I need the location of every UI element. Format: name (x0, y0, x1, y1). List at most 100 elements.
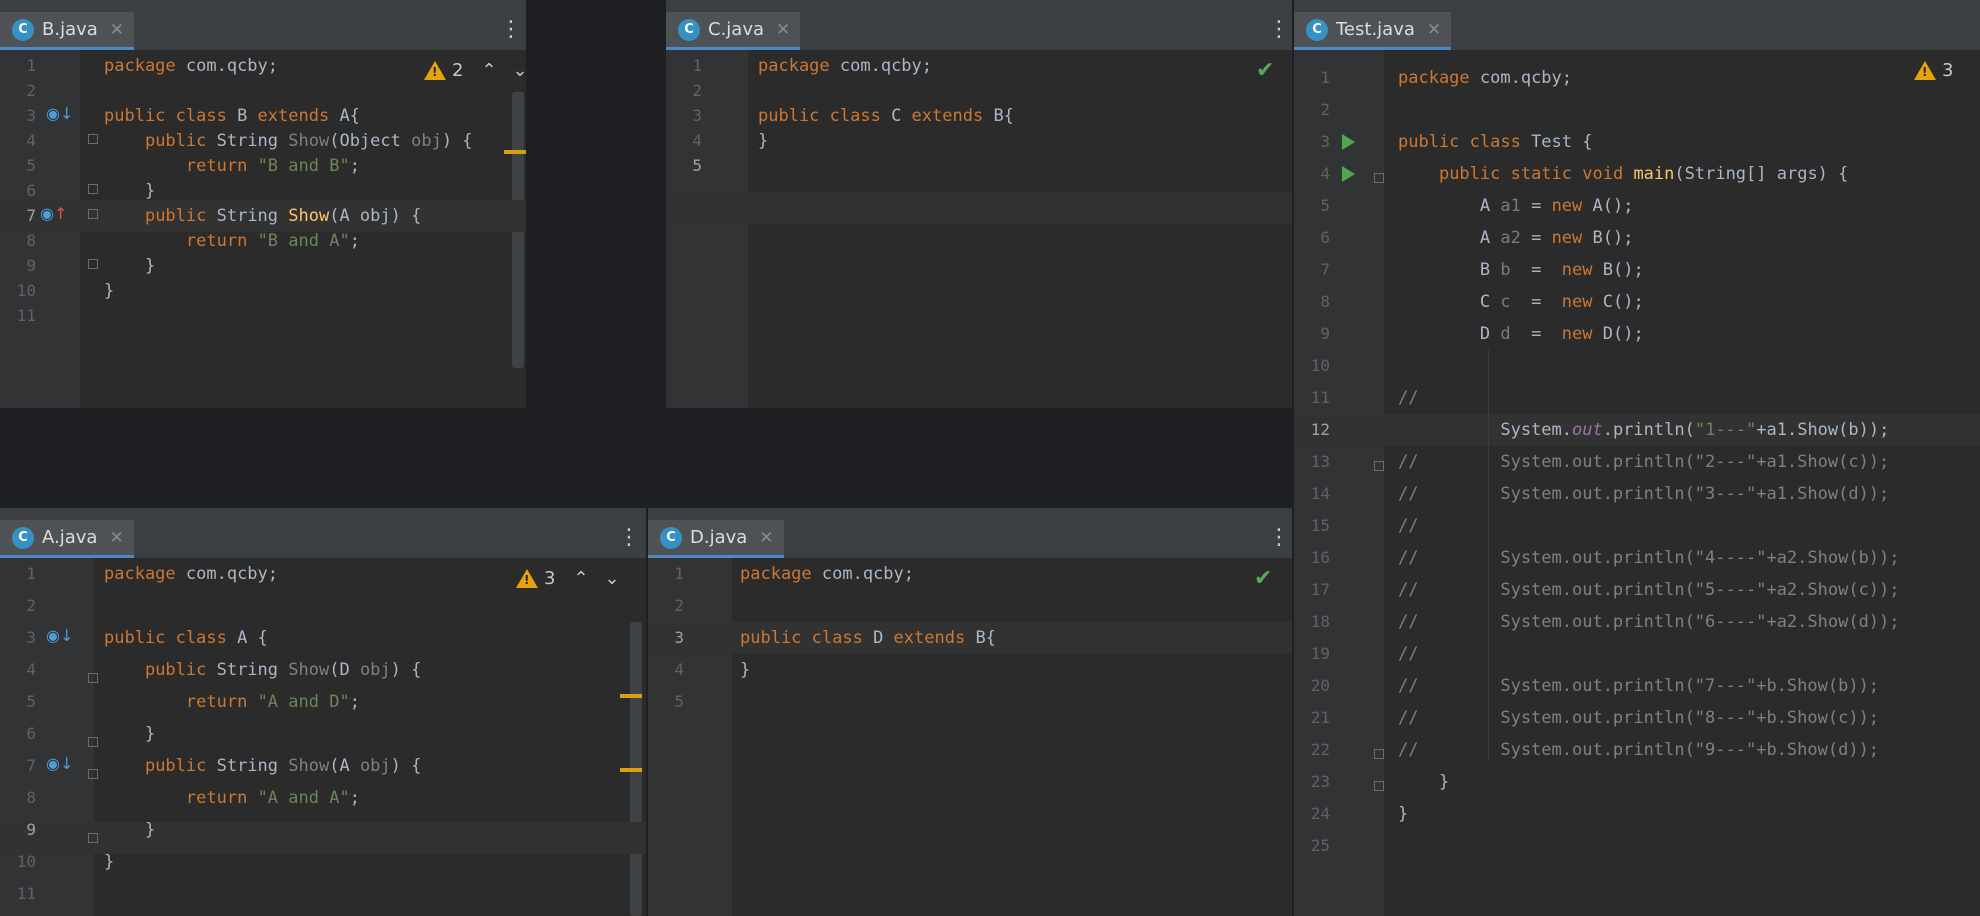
line-number: 21 (1310, 708, 1330, 727)
code-line: return "A and A"; (185, 788, 360, 808)
check-icon: ✔ (1254, 566, 1273, 591)
run-icon[interactable] (1342, 166, 1355, 182)
code-line: // (1398, 388, 1419, 408)
warning-icon: ! (1914, 61, 1936, 80)
tab-test-java[interactable]: C Test.java ✕ (1294, 12, 1452, 50)
overrides-icon[interactable]: ◉↑ (40, 204, 67, 223)
code-line: C c = new C(); (1398, 292, 1644, 312)
tab-c-java[interactable]: C C.java ✕ (666, 12, 801, 50)
code-line: package com.qcby; (740, 564, 915, 584)
run-icon[interactable] (1342, 134, 1355, 150)
fold-marker-icon[interactable] (88, 184, 98, 194)
tab-label: A.java (42, 527, 98, 548)
warning-icon: ! (516, 569, 538, 588)
fold-marker-icon[interactable] (88, 209, 98, 219)
more-options-icon[interactable]: ⋮ (1268, 19, 1290, 41)
code-line: } (740, 660, 751, 680)
fold-marker-icon[interactable] (1374, 781, 1384, 791)
close-icon[interactable]: ✕ (759, 528, 773, 548)
java-class-icon: C (12, 526, 34, 549)
line-number: 12 (1310, 420, 1330, 439)
implemented-icon[interactable]: ◉↓ (46, 754, 73, 773)
implemented-icon[interactable]: ◉↓ (46, 104, 73, 123)
java-class-icon: C (1306, 18, 1328, 41)
code-line: package com.qcby; (104, 56, 279, 76)
code-line: public class C extends B{ (758, 106, 1014, 126)
java-class-icon: C (12, 18, 34, 41)
warning-marker[interactable] (620, 694, 642, 698)
fold-marker-icon[interactable] (1374, 461, 1384, 471)
implemented-icon[interactable]: ◉↓ (46, 626, 73, 645)
close-icon[interactable]: ✕ (109, 528, 123, 548)
line-number: 5 (674, 692, 684, 711)
line-number: 22 (1310, 740, 1330, 759)
line-number: 14 (1310, 484, 1330, 503)
chevron-down-icon[interactable]: ⌄ (605, 568, 620, 589)
tab-bar: C A.java ✕ ⋮ (0, 508, 646, 559)
tab-d-java[interactable]: C D.java ✕ (648, 520, 784, 558)
line-number: 11 (1310, 388, 1330, 407)
java-class-icon: C (660, 526, 682, 549)
tab-bar: C Test.java ✕ (1294, 0, 1980, 51)
line-number: 8 (1320, 292, 1330, 311)
inspection-widget[interactable]: ! 3 (1914, 60, 1953, 81)
code-line: A a2 = new B(); (1398, 228, 1634, 248)
line-number: 3 (674, 628, 684, 647)
fold-marker-icon[interactable] (88, 673, 98, 683)
code-line: } (104, 852, 115, 872)
more-options-icon[interactable]: ⋮ (618, 527, 640, 549)
warning-count: 3 (544, 568, 556, 589)
line-number: 19 (1310, 644, 1330, 663)
code-line: System.out.println("1---"+a1.Show(b)); (1398, 420, 1890, 440)
code-line: } (1398, 772, 1450, 792)
line-number: 2 (1320, 100, 1330, 119)
java-class-icon: C (678, 18, 700, 41)
code-line: // (1398, 644, 1419, 664)
fold-marker-icon[interactable] (1374, 749, 1384, 759)
code-line: // System.out.println("7---"+b.Show(b)); (1398, 676, 1880, 696)
tab-b-java[interactable]: C B.java ✕ (0, 12, 135, 50)
code-line: // System.out.println("9---"+b.Show(d)); (1398, 740, 1880, 760)
close-icon[interactable]: ✕ (1427, 20, 1441, 40)
line-number: 3 (26, 628, 36, 647)
chevron-up-icon[interactable]: ⌃ (573, 568, 588, 589)
tab-label: Test.java (1336, 19, 1415, 40)
more-options-icon[interactable]: ⋮ (1268, 527, 1290, 549)
fold-marker-icon[interactable] (88, 737, 98, 747)
line-number: 5 (26, 692, 36, 711)
chevron-up-icon[interactable]: ⌃ (481, 60, 496, 81)
code-line: return "A and D"; (185, 692, 360, 712)
code-line: } (1398, 804, 1409, 824)
chevron-down-icon[interactable]: ⌄ (513, 60, 526, 81)
inspection-widget[interactable]: ! 2 ⌃ ⌄ (424, 60, 526, 81)
code-line: public static void main(String[] args) { (1438, 164, 1849, 184)
line-number: 4 (674, 660, 684, 679)
fold-marker-icon[interactable] (88, 833, 98, 843)
warning-marker[interactable] (620, 768, 642, 772)
inspection-widget[interactable]: ! 3 ⌃ ⌄ (516, 568, 620, 589)
line-number: 3 (1320, 132, 1330, 151)
tab-label: D.java (690, 527, 748, 548)
tab-a-java[interactable]: C A.java ✕ (0, 520, 134, 558)
close-icon[interactable]: ✕ (110, 20, 124, 40)
code-line: public String Show(D obj) { (144, 660, 422, 680)
line-number: 9 (26, 820, 36, 839)
fold-marker-icon[interactable] (1374, 173, 1384, 183)
editor-pane-c: C C.java ✕ ⋮ ✔ 1 2 3 4 5 package com.qcb… (666, 0, 1292, 408)
fold-marker-icon[interactable] (88, 769, 98, 779)
code-area (94, 558, 646, 916)
close-icon[interactable]: ✕ (776, 20, 790, 40)
code-line: D d = new D(); (1398, 324, 1644, 344)
warning-count: 3 (1942, 60, 1954, 81)
code-line: } (104, 281, 115, 301)
warning-count: 2 (452, 60, 464, 81)
code-line: A a1 = new A(); (1398, 196, 1634, 216)
line-number: 8 (26, 788, 36, 807)
fold-marker-icon[interactable] (88, 134, 98, 144)
code-line: public class D extends B{ (740, 628, 996, 648)
more-options-icon[interactable]: ⋮ (500, 19, 522, 41)
line-number: 15 (1310, 516, 1330, 535)
fold-marker-icon[interactable] (88, 259, 98, 269)
warning-marker[interactable] (504, 150, 526, 154)
line-number: 2 (674, 596, 684, 615)
